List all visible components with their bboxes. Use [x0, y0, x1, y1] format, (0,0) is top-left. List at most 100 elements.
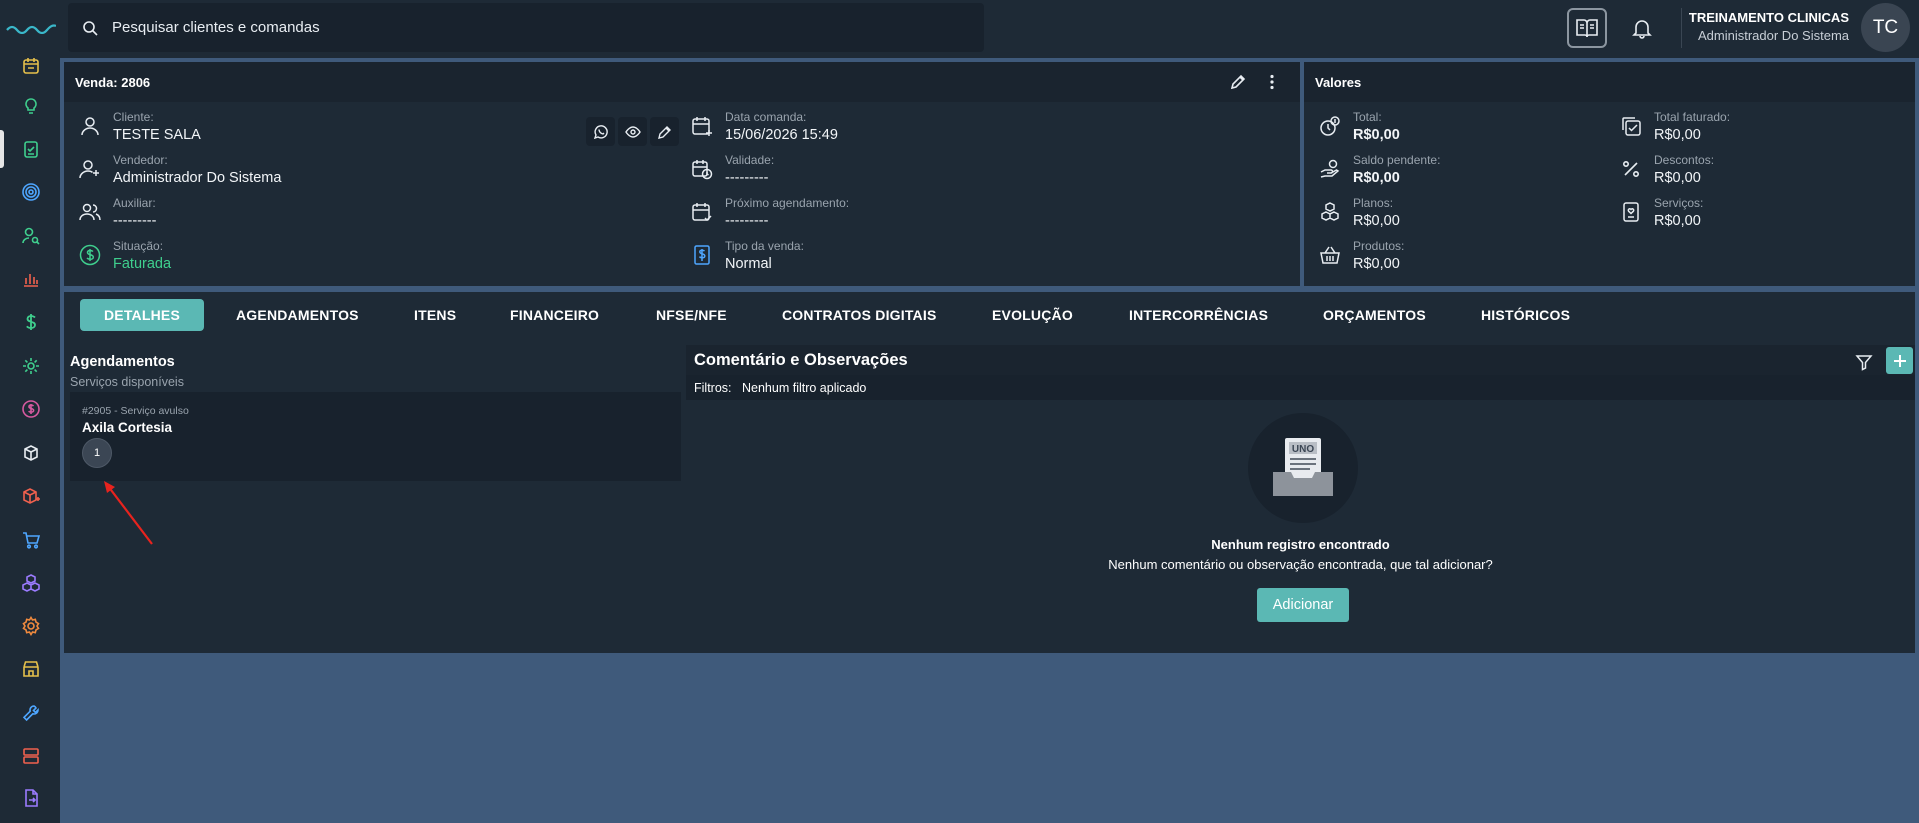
field-situacao: Situação: Faturada [77, 239, 477, 275]
notifications-button[interactable] [1622, 8, 1662, 48]
comments-title: Comentário e Observações [694, 351, 908, 369]
edit-sale-button[interactable] [1228, 72, 1248, 92]
filter-row: Filtros: Nenhum filtro aplicado [686, 375, 1915, 400]
dollar-circle-icon [77, 242, 103, 268]
manual-book-button[interactable] [1567, 8, 1607, 48]
document-export-icon[interactable] [18, 785, 44, 811]
illustration-brand-text: UNO [1292, 444, 1314, 455]
copy-check-icon [1618, 113, 1644, 139]
total-value: R$0,00 [1353, 127, 1400, 143]
cart-icon[interactable] [18, 527, 44, 553]
view-client-button[interactable] [618, 117, 647, 146]
servicos-label: Serviços: [1654, 196, 1704, 210]
coin-icon[interactable] [18, 396, 44, 422]
tab-financeiro[interactable]: FINANCEIRO [486, 299, 623, 331]
dollar-icon[interactable] [18, 309, 44, 335]
situacao-label: Situação: [113, 239, 164, 253]
service-code: #2905 - Serviço avulso [82, 405, 189, 417]
field-cliente: Cliente: TESTE SALA [77, 110, 477, 146]
user-search-icon[interactable] [18, 223, 44, 249]
clipboard-check-icon[interactable] [18, 136, 44, 162]
auxiliar-label: Auxiliar: [113, 196, 156, 210]
calendar-list-icon[interactable] [18, 53, 44, 79]
field-validade: Validade: --------- [689, 153, 1089, 189]
target-icon[interactable] [18, 179, 44, 205]
field-proximo-agendamento: Próximo agendamento: --------- [689, 196, 1089, 232]
service-card[interactable]: #2905 - Serviço avulso Axila Cortesia 1 [70, 392, 681, 481]
field-servicos: Serviços: R$0,00 [1618, 196, 1898, 232]
search-input[interactable]: Pesquisar clientes e comandas [112, 19, 320, 36]
comments-header: Comentário e Observações [686, 345, 1915, 375]
descontos-value: R$0,00 [1654, 170, 1701, 186]
percent-icon [1618, 156, 1644, 182]
search-bar[interactable]: Pesquisar clientes e comandas [68, 3, 984, 52]
gear-icon[interactable] [18, 613, 44, 639]
whatsapp-icon [593, 124, 608, 139]
logo-icon[interactable] [6, 20, 56, 34]
filter-icon [1855, 355, 1873, 371]
sidebar [0, 0, 60, 823]
field-produtos: Produtos: R$0,00 [1317, 239, 1597, 275]
saldo-pendente-value: R$0,00 [1353, 170, 1400, 186]
field-saldo-pendente: Saldo pendente: R$0,00 [1317, 153, 1597, 189]
server-icon[interactable] [18, 743, 44, 769]
edit-client-button[interactable] [650, 117, 679, 146]
service-count-badge[interactable]: 1 [82, 438, 112, 468]
descontos-label: Descontos: [1654, 153, 1715, 167]
cubes-icon[interactable] [18, 570, 44, 596]
users-icon [77, 199, 103, 225]
tab-orcamentos[interactable]: ORÇAMENTOS [1299, 299, 1450, 331]
cubes-icon [1317, 199, 1343, 225]
lightbulb-icon[interactable] [18, 94, 44, 120]
values-panel-header: Valores [1304, 62, 1915, 102]
search-icon [83, 20, 98, 36]
tab-contratos-digitais[interactable]: CONTRATOS DIGITAIS [758, 299, 961, 331]
user-icon [77, 113, 103, 139]
total-faturado-value: R$0,00 [1654, 127, 1701, 143]
field-descontos: Descontos: R$0,00 [1618, 153, 1898, 189]
cliente-label: Cliente: [113, 110, 154, 124]
pencil-icon [657, 125, 671, 139]
add-comment-button[interactable] [1886, 347, 1913, 374]
tab-historicos[interactable]: HISTÓRICOS [1457, 299, 1594, 331]
empty-inbox-illustration: UNO [1248, 413, 1358, 523]
vendedor-value: Administrador Do Sistema [113, 170, 282, 186]
more-options-button[interactable] [1262, 72, 1282, 92]
topbar: Pesquisar clientes e comandas TREINAMENT… [60, 0, 1919, 58]
box-stack-icon[interactable] [18, 440, 44, 466]
box-plus-icon[interactable] [18, 483, 44, 509]
annotation-arrow-icon [104, 481, 153, 545]
cliente-value: TESTE SALA [113, 127, 201, 143]
filter-label: Filtros: [694, 381, 732, 395]
saldo-pendente-label: Saldo pendente: [1353, 153, 1441, 167]
tab-itens[interactable]: ITENS [390, 299, 480, 331]
tab-bar: DETALHES AGENDAMENTOS ITENS FINANCEIRO N… [64, 292, 1915, 338]
gear-flow-icon[interactable] [18, 353, 44, 379]
tab-nfse-nfe[interactable]: NFSE/NFE [632, 299, 751, 331]
tab-agendamentos[interactable]: AGENDAMENTOS [212, 299, 383, 331]
tab-intercorrencias[interactable]: INTERCORRÊNCIAS [1105, 299, 1292, 331]
avatar[interactable]: TC [1861, 3, 1910, 52]
store-icon[interactable] [18, 656, 44, 682]
pencil-icon [1230, 74, 1246, 90]
sale-panel: Venda: 2806 Cliente: TESTE SALA Vendedor… [64, 62, 1300, 286]
user-name: TREINAMENTO CLINICAS [1688, 10, 1849, 25]
calendar-clock-icon [689, 156, 715, 182]
dollar-document-icon [689, 242, 715, 268]
filter-value: Nenhum filtro aplicado [742, 381, 867, 395]
data-comanda-label: Data comanda: [725, 110, 807, 124]
user-role: Administrador Do Sistema [1698, 28, 1849, 43]
adicionar-button[interactable]: Adicionar [1257, 588, 1349, 622]
whatsapp-button[interactable] [586, 117, 615, 146]
chart-bar-icon[interactable] [18, 266, 44, 292]
validade-value: --------- [725, 170, 769, 186]
field-planos: Planos: R$0,00 [1317, 196, 1597, 232]
wrench-icon[interactable] [18, 700, 44, 726]
filter-button[interactable] [1854, 352, 1874, 372]
sale-panel-header: Venda: 2806 [64, 62, 1300, 102]
tab-detalhes[interactable]: DETALHES [80, 299, 204, 331]
tab-evolucao[interactable]: EVOLUÇÃO [968, 299, 1097, 331]
more-vertical-icon [1270, 74, 1274, 90]
produtos-value: R$0,00 [1353, 256, 1400, 272]
empty-state-message: Nenhum comentário ou observação encontra… [1108, 557, 1493, 572]
